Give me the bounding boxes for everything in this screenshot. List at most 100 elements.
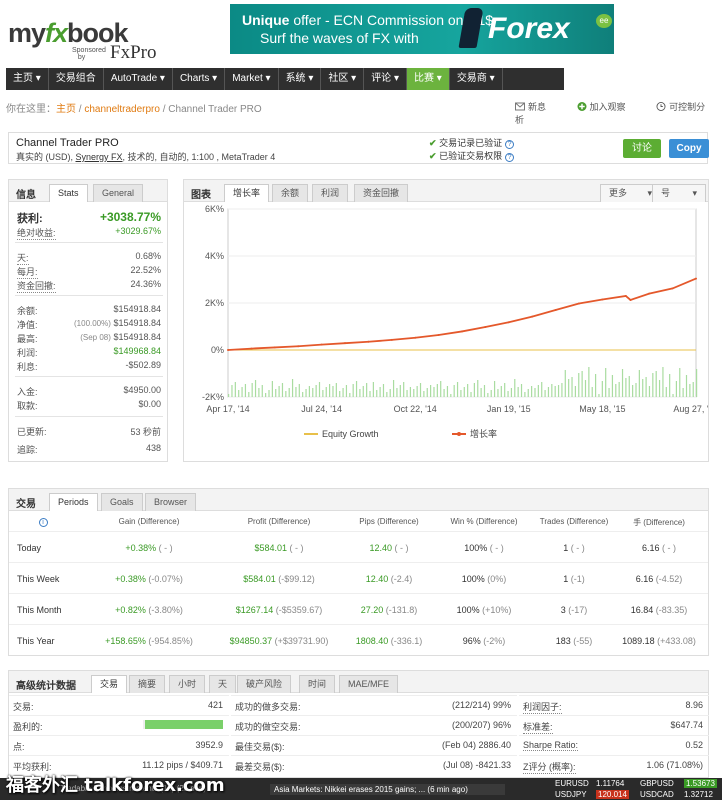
period-profit: $584.01 (-$99.12) bbox=[243, 574, 315, 584]
volume-bar bbox=[291, 379, 294, 397]
tab-duration[interactable]: 时间 bbox=[299, 675, 336, 693]
x-tick-label: Aug 27, '15 bbox=[673, 404, 708, 414]
stat-label: 成功的做空交易: bbox=[235, 722, 301, 732]
nav-reviews[interactable]: 评论 ▾ bbox=[364, 68, 407, 90]
breadcrumb-system[interactable]: channeltraderpro bbox=[84, 104, 160, 115]
tab-stats[interactable]: Stats bbox=[49, 184, 88, 202]
advanced-stats-panel: 高级统计数据 交易 摘要 小时 天 破产风险 时间 MAE/MFE 交易: 421… bbox=[8, 670, 709, 778]
breadcrumb-home[interactable]: 主页 bbox=[56, 104, 76, 115]
news-ticker[interactable]: Asia Markets: Nikkei erases 2015 gains; … bbox=[270, 784, 505, 795]
tab-browser[interactable]: Browser bbox=[145, 493, 197, 511]
stat-row: Sharpe Ratio: 0.52 bbox=[519, 735, 709, 753]
volume-bar bbox=[312, 388, 314, 397]
volume-bar bbox=[423, 391, 425, 397]
volume-bar bbox=[675, 381, 677, 397]
forex-ad-banner[interactable]: Unique offer - ECN Commission only 1$ Su… bbox=[230, 4, 614, 54]
tab-goals[interactable]: Goals bbox=[101, 493, 143, 511]
watch-link[interactable]: 加入观察 bbox=[577, 102, 640, 112]
absolute-gain-value: +3029.67% bbox=[115, 226, 161, 236]
stat-label: 成功的做多交易: bbox=[235, 702, 301, 712]
volume-bar bbox=[551, 384, 553, 397]
nav-contests[interactable]: 比赛 ▾ bbox=[407, 68, 450, 90]
copy-button[interactable]: Copy bbox=[669, 139, 709, 158]
help-icon[interactable]: ? bbox=[505, 140, 515, 149]
stat-label: 盈利的: bbox=[13, 722, 43, 732]
tab-risk-of-ruin[interactable]: 破产风险 bbox=[237, 675, 292, 693]
volume-bar bbox=[591, 387, 593, 397]
tab-summary[interactable]: 摘要 bbox=[129, 675, 166, 693]
nav-home[interactable]: 主页 ▾ bbox=[6, 68, 49, 90]
nav-community[interactable]: 社区 ▾ bbox=[321, 68, 365, 90]
message-link[interactable]: 新息 bbox=[515, 102, 560, 112]
volume-bar bbox=[547, 387, 550, 397]
volume-bar bbox=[537, 385, 539, 397]
stat-value: 3952.9 bbox=[195, 740, 223, 750]
highest-value: (Sep 08) $154918.84 bbox=[80, 332, 161, 342]
volume-bar bbox=[305, 389, 307, 397]
volume-bar bbox=[352, 384, 354, 397]
volume-bar bbox=[335, 383, 337, 397]
volume-bar bbox=[332, 386, 334, 397]
tab-profit[interactable]: 利润 bbox=[312, 184, 349, 202]
volume-bar bbox=[554, 386, 556, 397]
period-dropdown[interactable]: 号 ▾ bbox=[652, 184, 707, 202]
tab-balance[interactable]: 余额 bbox=[272, 184, 309, 202]
nav-systems[interactable]: 系统 ▾ bbox=[279, 68, 322, 90]
stat-label: 利润因子: bbox=[523, 702, 562, 714]
volume-bar bbox=[490, 390, 492, 397]
nav-brokers[interactable]: 交易商 ▾ bbox=[450, 68, 503, 90]
stat-value: (200/207) 96% bbox=[451, 720, 511, 730]
envelope-icon bbox=[515, 102, 525, 111]
checkmark-icon: ✔ bbox=[429, 151, 437, 161]
quote-usdjpy: USDJPY bbox=[555, 790, 587, 799]
tab-growth[interactable]: 增长率 bbox=[224, 184, 270, 202]
stat-label: Z评分 (概率): bbox=[523, 762, 576, 774]
tab-mae-mfe[interactable]: MAE/MFE bbox=[339, 675, 399, 693]
volume-bar bbox=[443, 389, 445, 397]
help-icon[interactable]: ? bbox=[505, 153, 515, 162]
tab-daily[interactable]: 天 bbox=[209, 675, 237, 693]
quote-eurusd: EURUSD bbox=[555, 779, 589, 788]
discuss-button[interactable]: 讨论 bbox=[623, 139, 661, 158]
volume-bar bbox=[416, 386, 418, 397]
profit-label: 利润: bbox=[17, 348, 38, 358]
y-tick-label: -2K% bbox=[202, 392, 224, 402]
nav-autotrade[interactable]: AutoTrade ▾ bbox=[104, 68, 173, 90]
nav-portfolio[interactable]: 交易组合 bbox=[49, 68, 104, 90]
period-pips: 12.40 ( - ) bbox=[369, 543, 409, 553]
volume-bar bbox=[244, 384, 247, 397]
volume-bar bbox=[379, 387, 381, 397]
volume-bar bbox=[268, 390, 270, 397]
plus-circle-icon bbox=[577, 102, 587, 111]
growth-point bbox=[624, 294, 627, 297]
legend-growth: 增长率 bbox=[470, 428, 497, 439]
period-pips: 1808.40 (-336.1) bbox=[355, 636, 423, 646]
period-label: This Month bbox=[17, 605, 62, 615]
tab-drawdown[interactable]: 资金回撤 bbox=[354, 184, 409, 202]
volume-bar bbox=[345, 385, 348, 397]
nav-market[interactable]: Market ▾ bbox=[225, 68, 279, 90]
growth-point bbox=[273, 346, 276, 349]
nav-charts[interactable]: Charts ▾ bbox=[173, 68, 226, 90]
growth-point bbox=[531, 315, 534, 318]
volume-bar bbox=[598, 394, 600, 397]
volume-bar bbox=[541, 382, 543, 397]
volume-bar bbox=[228, 394, 230, 397]
tab-hourly[interactable]: 小时 bbox=[169, 675, 206, 693]
volume-bar bbox=[517, 387, 519, 397]
growth-point bbox=[437, 333, 440, 336]
tab-periods[interactable]: Periods bbox=[49, 493, 98, 511]
info-icon[interactable]: i bbox=[37, 517, 49, 527]
updated-label: 已更新: bbox=[17, 427, 47, 437]
volume-bar bbox=[527, 389, 529, 397]
broker-link[interactable]: Synergy FX bbox=[76, 152, 123, 162]
growth-point bbox=[227, 349, 229, 351]
volume-bar bbox=[514, 379, 516, 397]
volume-bar bbox=[258, 388, 260, 397]
tab-general[interactable]: General bbox=[93, 184, 144, 202]
volume-bar bbox=[605, 368, 607, 397]
stat-row: 利润因子: 8.96 bbox=[519, 695, 709, 714]
period-gain: +0.38% (-0.07%) bbox=[115, 574, 183, 584]
tab-trades[interactable]: 交易 bbox=[91, 675, 128, 693]
period-profit: $94850.37 (+$39731.90) bbox=[229, 636, 329, 646]
